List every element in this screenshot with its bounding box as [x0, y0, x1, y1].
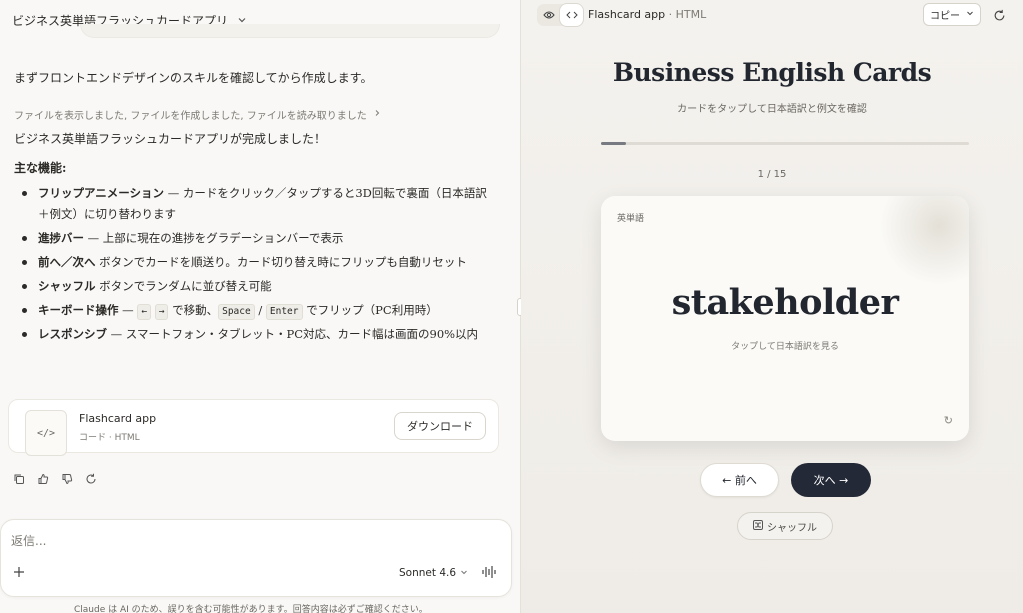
next-button[interactable]: 次へ →	[791, 463, 871, 497]
kbd-enter: Enter	[265, 304, 303, 320]
app-title: Business English Cards	[612, 58, 932, 87]
copy-button[interactable]: コピー	[923, 3, 981, 26]
model-selector[interactable]: Sonnet 4.6	[399, 567, 468, 579]
chevron-right-icon	[373, 109, 381, 120]
kbd-space: Space	[218, 304, 255, 320]
copy-label: コピー	[930, 11, 960, 22]
code-icon[interactable]	[560, 4, 583, 26]
chevron-down-icon	[460, 567, 468, 579]
view-toggle	[537, 4, 583, 26]
card-word: stakeholder	[671, 282, 899, 323]
refresh-icon[interactable]	[991, 7, 1007, 23]
flashcard[interactable]: 英単語 stakeholder タップして日本語訳を見る ↻	[601, 196, 969, 441]
reply-input[interactable]	[11, 534, 471, 548]
progress-fill	[601, 142, 626, 145]
shuffle-label: シャッフル	[767, 522, 817, 534]
disclaimer: Claude は AI のため、誤りを含む可能性があります。回答内容は必ずご確認…	[74, 605, 428, 613]
thumbs-down-icon[interactable]	[60, 472, 74, 486]
composer: Sonnet 4.6	[0, 519, 512, 597]
tool-summary[interactable]: ファイルを表示しました, ファイルを作成しました, ファイルを読み取りました	[14, 107, 381, 122]
feature-list: フリップアニメーション — カードをクリック／タップすると3D回転で裏面（日本語…	[20, 183, 490, 348]
copy-icon[interactable]	[12, 472, 26, 486]
eye-icon[interactable]	[537, 4, 560, 26]
completion-message: ビジネス英単語フラッシュカードアプリが完成しました！	[14, 132, 327, 146]
list-item: 進捗バー — 上部に現在の進捗をグラデーションバーで表示	[20, 228, 490, 249]
list-item: フリップアニメーション — カードをクリック／タップすると3D回転で裏面（日本語…	[20, 183, 490, 225]
features-heading: 主な機能:	[14, 161, 67, 175]
shuffle-button[interactable]: シャッフル	[737, 512, 833, 540]
shuffle-icon	[753, 519, 763, 533]
assistant-intro: まずフロントエンドデザインのスキルを確認してから作成します。	[14, 71, 373, 85]
artifact-title: Flashcard app	[79, 412, 157, 425]
card-counter: 1 / 15	[757, 169, 787, 180]
list-item: 前へ／次へ ボタンでカードを順送り。カード切り替え時にフリップも自動リセット	[20, 252, 490, 273]
list-item: キーボード操作 — ← → で移動、 Space / Enter でフリップ（PC…	[20, 300, 490, 321]
kbd-left: ←	[137, 304, 152, 320]
progress-bar	[601, 142, 969, 145]
flip-icon: ↻	[943, 414, 953, 427]
preview-toolbar: Flashcard app · HTML コピー	[521, 0, 1023, 30]
kbd-right: →	[154, 304, 169, 320]
thumbs-up-icon[interactable]	[36, 472, 50, 486]
previous-user-message	[80, 24, 500, 38]
tool-summary-text: ファイルを表示しました, ファイルを作成しました, ファイルを読み取りました	[14, 111, 367, 122]
download-button[interactable]: ダウンロード	[394, 412, 486, 440]
model-name: Sonnet 4.6	[399, 567, 457, 579]
message-actions	[12, 472, 98, 486]
artifact-subtitle: コード · HTML	[79, 433, 140, 443]
retry-icon[interactable]	[84, 472, 98, 486]
app-subtitle: カードをタップして日本語訳と例文を確認	[677, 104, 867, 115]
list-item: シャッフル ボタンでランダムに並び替え可能	[20, 276, 490, 297]
preview-pane: Flashcard app · HTML コピー Business Englis…	[521, 0, 1023, 613]
list-item: レスポンシブ — スマートフォン・タブレット・PC対応、カード幅は画面の90%以…	[20, 324, 490, 345]
prev-button[interactable]: ← 前へ	[700, 463, 779, 497]
preview-title: Flashcard app · HTML	[588, 8, 707, 21]
artifact-card[interactable]: </> Flashcard app コード · HTML ダウンロード	[8, 399, 499, 456]
card-hint: タップして日本語訳を見る	[731, 342, 839, 352]
code-icon: </>	[25, 410, 67, 456]
card-decoration	[879, 196, 969, 286]
voice-icon[interactable]	[481, 564, 499, 580]
card-tag: 英単語	[617, 214, 645, 224]
plus-icon[interactable]	[11, 564, 27, 580]
chevron-down-icon	[966, 9, 974, 20]
chat-pane: ビジネス英単語フラッシュカードアプリ まずフロントエンドデザインのスキルを確認し…	[0, 0, 520, 613]
